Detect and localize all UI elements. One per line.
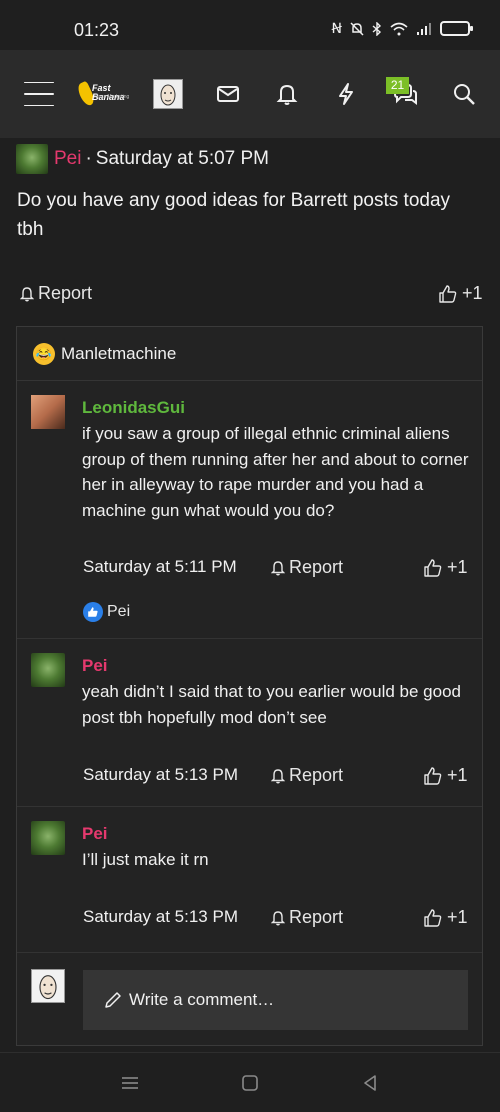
post-separator: ·: [85, 148, 92, 169]
bell-icon[interactable]: [270, 77, 304, 111]
post-body: Do you have any good ideas for Barrett p…: [17, 190, 451, 240]
report-bell-icon: [271, 768, 285, 783]
report-bell-icon: [271, 560, 285, 575]
comment-report-button[interactable]: Report: [271, 557, 343, 578]
comment-author-name[interactable]: Pei: [82, 824, 108, 844]
post-like-button[interactable]: +1: [438, 283, 483, 304]
thumbs-up-icon: [424, 908, 442, 927]
comment-report-button[interactable]: Report: [271, 907, 343, 928]
post-report-label: Report: [38, 283, 93, 303]
nfc-icon: Ꞥ: [331, 20, 342, 36]
menu-icon[interactable]: [22, 77, 56, 111]
comment-like-button[interactable]: +1: [423, 907, 468, 928]
post-like-label: +1: [462, 283, 483, 303]
comment-like-label: +1: [447, 907, 468, 927]
comment-author-name[interactable]: LeonidasGui: [82, 398, 185, 418]
thumbs-up-icon: [424, 558, 442, 577]
comment-author-avatar[interactable]: [31, 395, 65, 429]
status-icons: Ꞥ: [331, 20, 473, 37]
comment-text: if you saw a group of illegal ethnic cri…: [82, 424, 469, 520]
like-reaction-icon: [83, 602, 103, 622]
comment-item: LeonidasGui if you saw a group of illega…: [17, 381, 482, 639]
inbox-icon[interactable]: [211, 77, 245, 111]
conversations-badge: 21: [386, 77, 409, 94]
comment-like-label: +1: [447, 557, 468, 577]
site-logo[interactable]: Fast Banana Mass Marketing: [75, 80, 142, 108]
comment-item: Pei I’ll just make it rn Saturday at 5:1…: [17, 807, 482, 953]
wifi-icon: [390, 22, 408, 35]
write-comment-placeholder: Write a comment…: [129, 990, 275, 1009]
comment-date: Saturday at 5:13 PM: [83, 907, 238, 926]
thumbs-up-icon: [439, 284, 457, 303]
back-icon[interactable]: [360, 1073, 380, 1093]
laughing-emoji-icon: 😂: [33, 342, 55, 365]
system-navigation-bar: [0, 1052, 500, 1112]
post-report-button[interactable]: Report: [20, 283, 92, 304]
comment-likes-list[interactable]: Pei: [83, 602, 130, 622]
write-comment-input[interactable]: Write a comment…: [83, 970, 468, 1030]
top-navbar: Fast Banana Mass Marketing: [0, 50, 500, 138]
thumbs-up-icon: [424, 766, 442, 785]
report-bell-icon: [20, 286, 34, 301]
mute-icon: [350, 21, 364, 36]
comment-report-label: Report: [289, 557, 344, 577]
post-timestamp[interactable]: Saturday at 5:07 PM: [96, 148, 269, 170]
comment-date: Saturday at 5:13 PM: [83, 765, 238, 784]
comment-like-button[interactable]: +1: [423, 765, 468, 786]
bolt-icon[interactable]: [329, 77, 363, 111]
user-avatar[interactable]: [153, 79, 183, 109]
comment-text: I’ll just make it rn: [82, 850, 209, 869]
comment-text: yeah didn’t I said that to you earlier w…: [82, 682, 461, 727]
comment-timestamp[interactable]: Saturday at 5:11 PM: [83, 557, 237, 577]
battery-icon: [440, 21, 473, 36]
comment-report-button[interactable]: Report: [271, 765, 343, 786]
comment-author-avatar[interactable]: [31, 821, 65, 855]
home-icon[interactable]: [240, 1073, 260, 1093]
comment-like-label: +1: [447, 765, 468, 785]
comment-report-label: Report: [289, 907, 344, 927]
comment-author-avatar[interactable]: [31, 653, 65, 687]
post-header: Pei · Saturday at 5:07 PM: [16, 144, 269, 174]
bluetooth-icon: [372, 21, 382, 36]
post-author-avatar[interactable]: [16, 144, 48, 174]
status-time: 01:23: [74, 20, 120, 40]
status-bar: 01:23 Ꞥ: [0, 0, 500, 50]
comments-section: 😂 Manletmachine LeonidasGui if you saw a…: [16, 326, 483, 1046]
comment-date: Saturday at 5:11 PM: [83, 557, 237, 576]
comment-author-name[interactable]: Pei: [82, 656, 108, 676]
current-user-avatar[interactable]: [31, 969, 65, 1003]
signal-icon: [417, 22, 431, 35]
comment-like-button[interactable]: +1: [423, 557, 468, 578]
comment-report-label: Report: [289, 765, 344, 785]
reaction-summary[interactable]: 😂 Manletmachine: [17, 327, 482, 381]
logo-subtext: Mass Marketing: [94, 94, 130, 100]
comment-timestamp[interactable]: Saturday at 5:13 PM: [83, 907, 238, 927]
liked-by-user: Pei: [107, 603, 131, 620]
post-author-name[interactable]: Pei: [54, 148, 81, 170]
comment-timestamp[interactable]: Saturday at 5:13 PM: [83, 765, 238, 785]
pencil-icon: [105, 992, 121, 1008]
recents-menu-icon[interactable]: [120, 1073, 140, 1093]
comment-item: Pei yeah didn’t I said that to you earli…: [17, 639, 482, 807]
search-icon[interactable]: [447, 77, 481, 111]
report-bell-icon: [271, 910, 285, 925]
reaction-user: Manletmachine: [61, 343, 177, 363]
